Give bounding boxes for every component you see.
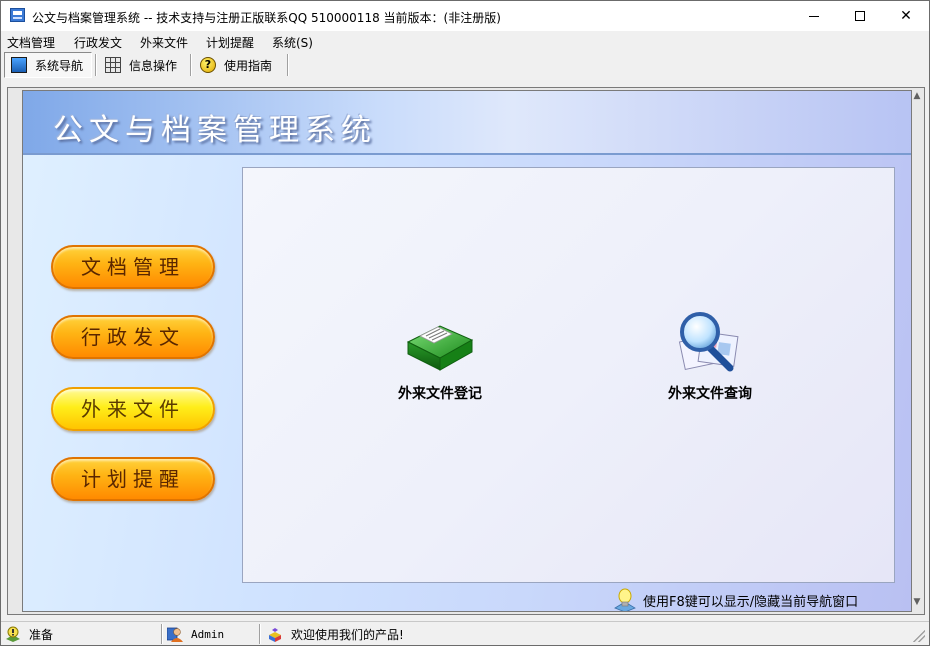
nav-button-incoming-files[interactable]: 外来文件 [51,387,215,431]
table-icon [105,57,121,73]
app-icon [10,8,25,22]
status-separator [259,624,261,644]
nav-button-plan-reminder[interactable]: 计划提醒 [51,457,215,501]
status-user-name: Admin [191,627,225,641]
user-icon [166,626,183,642]
system-navigation-button[interactable]: 系统导航 [4,52,92,78]
incoming-file-register[interactable]: 外来文件登记 [375,312,505,403]
menu-item-system[interactable]: 系统(S) [272,34,313,51]
status-bar: 准备 Admin 欢迎使用我们的产品! [1,621,929,645]
status-welcome: 欢迎使用我们的产品! [267,624,404,644]
lightbulb-icon [613,588,637,611]
content-area: 外来文件登记 外来文件查询 [242,167,895,583]
status-welcome-text: 欢迎使用我们的产品! [291,627,404,642]
toolbar-separator [190,54,192,76]
blocks-icon [267,626,283,642]
toolbar-separator [95,54,97,76]
vertical-scrollbar[interactable]: ▲ ▼ [911,90,923,612]
status-ready: 准备 [5,624,53,644]
system-navigation-label: 系统导航 [35,58,84,73]
menu-item-incoming-files[interactable]: 外来文件 [140,34,188,51]
info-operation-label: 信息操作 [129,58,178,73]
window-title: 公文与档案管理系统 -- 技术支持与注册正版联系QQ 510000118 当前版… [32,11,501,25]
header-banner: 公文与档案管理系统 [23,91,911,155]
incoming-file-query[interactable]: 外来文件查询 [645,308,775,403]
incoming-file-register-label: 外来文件登记 [398,386,482,402]
toolbar-separator [287,54,289,76]
nav-button-documents[interactable]: 文档管理 [51,245,215,289]
toolbar: 系统导航 信息操作 ? 使用指南 [1,51,929,79]
info-operation-button[interactable]: 信息操作 [99,52,187,78]
page-title: 公文与档案管理系统 [53,113,377,148]
maximize-button[interactable] [837,1,883,31]
close-icon: ✕ [900,8,912,24]
monitor-icon [11,57,27,73]
navigation-hint: 使用F8键可以显示/隐藏当前导航窗口 [613,587,859,611]
magnifier-documents-icon [678,312,739,372]
green-book-icon [406,325,474,371]
minimize-icon [809,15,819,17]
app-window: 公文与档案管理系统 -- 技术支持与注册正版联系QQ 510000118 当前版… [0,0,930,646]
user-guide-button[interactable]: ? 使用指南 [194,52,286,78]
incoming-file-query-label: 外来文件查询 [668,386,752,402]
nav-button-admin-dispatch[interactable]: 行政发文 [51,315,215,359]
resize-grip-icon[interactable] [913,630,925,642]
navigation-panel: 公文与档案管理系统 文档管理 行政发文 外来文件 计划提醒 外来文件登记 外来文… [22,90,912,612]
main-frame: 公文与档案管理系统 文档管理 行政发文 外来文件 计划提醒 外来文件登记 外来文… [7,87,925,615]
navigation-hint-text: 使用F8键可以显示/隐藏当前导航窗口 [643,594,859,610]
menu-item-plan-reminder[interactable]: 计划提醒 [206,34,254,51]
help-icon: ? [200,57,216,73]
title-bar: 公文与档案管理系统 -- 技术支持与注册正版联系QQ 510000118 当前版… [1,1,929,31]
status-ready-text: 准备 [29,627,54,642]
user-guide-label: 使用指南 [224,58,273,73]
scroll-up-arrow-icon[interactable]: ▲ [911,90,923,102]
close-button[interactable]: ✕ [883,1,929,31]
ready-status-icon [5,626,21,642]
menu-item-documents[interactable]: 文档管理 [7,34,55,51]
status-separator [161,624,163,644]
status-user: Admin [166,624,225,644]
scroll-down-arrow-icon[interactable]: ▼ [911,596,923,608]
menu-item-admin-dispatch[interactable]: 行政发文 [74,34,122,51]
maximize-icon [855,11,865,21]
minimize-button[interactable] [791,1,837,31]
menu-bar: 文档管理 行政发文 外来文件 计划提醒 系统(S) [1,31,929,51]
